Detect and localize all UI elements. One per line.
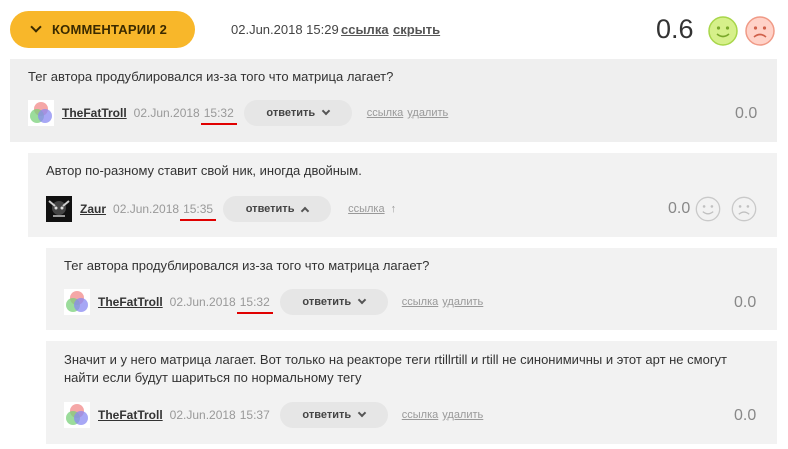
- smile-icon[interactable]: [695, 196, 721, 222]
- comment: Тег автора продублировался из-за того чт…: [10, 59, 777, 142]
- comment-rating: 0.0: [734, 407, 757, 424]
- comment: Значит и у него матрица лагает. Вот толь…: [46, 341, 777, 444]
- delete-link[interactable]: удалить: [442, 296, 483, 308]
- chevron-down-icon: [30, 21, 42, 33]
- comments-toggle-label: КОММЕНТАРИИ 2: [52, 22, 168, 37]
- comment: Автор по-разному ставит свой ник, иногда…: [28, 153, 777, 237]
- chevron-up-icon: [301, 206, 310, 215]
- comment-meta: TheFatTroll 02.Jun.2018 15:32 ответить с…: [64, 289, 483, 315]
- post-rating: 0.6: [656, 14, 694, 44]
- post-link[interactable]: ссылка: [341, 22, 389, 37]
- comment-rating: 0.0: [668, 200, 691, 217]
- comment-time: 15:37: [239, 408, 270, 422]
- smile-icon[interactable]: [708, 16, 738, 46]
- author-link[interactable]: TheFatTroll: [62, 106, 127, 120]
- comment-link[interactable]: ссылка: [367, 107, 404, 119]
- comments-header: КОММЕНТАРИИ 2 02.Jun.2018 15:29 ссылка с…: [0, 0, 788, 60]
- comment-time: 15:32: [236, 295, 273, 314]
- chevron-down-icon: [357, 295, 367, 305]
- red-underline-mark: [236, 312, 273, 314]
- avatar[interactable]: [64, 289, 90, 315]
- comment-meta: TheFatTroll 02.Jun.2018 15:32 ответить с…: [28, 100, 448, 126]
- comment-link[interactable]: ссылка: [348, 203, 385, 215]
- comments-toggle-button[interactable]: КОММЕНТАРИИ 2: [10, 11, 195, 48]
- sad-icon[interactable]: [731, 196, 757, 222]
- parent-arrow-icon[interactable]: ↑: [391, 203, 397, 215]
- comment-date: 02.Jun.2018: [169, 408, 236, 422]
- comment: Тег автора продублировался из-за того чт…: [46, 248, 777, 330]
- delete-link[interactable]: удалить: [407, 107, 448, 119]
- avatar[interactable]: [28, 100, 54, 126]
- comment-link[interactable]: ссылка: [402, 409, 439, 421]
- comment-text: Значит и у него матрица лагает. Вот толь…: [64, 352, 728, 385]
- reply-button[interactable]: ответить: [279, 402, 388, 428]
- red-underline-mark: [200, 123, 237, 125]
- author-link[interactable]: Zaur: [80, 202, 106, 216]
- comment-rating: 0.0: [735, 105, 758, 122]
- delete-link[interactable]: удалить: [442, 409, 483, 421]
- comment-date: 02.Jun.2018: [113, 202, 180, 216]
- comment-text: Тег автора продублировался из-за того чт…: [28, 69, 394, 84]
- comment-rating: 0.0: [734, 294, 757, 311]
- author-link[interactable]: TheFatTroll: [98, 408, 163, 422]
- sad-icon[interactable]: [745, 16, 775, 46]
- comment-text: Автор по-разному ставит свой ник, иногда…: [46, 163, 362, 178]
- author-link[interactable]: TheFatTroll: [98, 295, 163, 309]
- comment-date: 02.Jun.2018: [133, 106, 200, 120]
- comment-text: Тег автора продублировался из-за того чт…: [64, 258, 430, 273]
- chevron-down-icon: [357, 408, 367, 418]
- reply-button[interactable]: ответить: [279, 289, 388, 315]
- avatar[interactable]: [46, 196, 72, 222]
- avatar[interactable]: [64, 402, 90, 428]
- comment-time: 15:32: [200, 106, 237, 125]
- comment-meta: TheFatTroll 02.Jun.2018 15:37 ответить с…: [64, 402, 483, 428]
- red-underline-mark: [180, 219, 217, 221]
- post-date: 02.Jun.2018 15:29: [231, 22, 339, 37]
- chevron-down-icon: [321, 106, 331, 116]
- comment-link[interactable]: ссылка: [402, 296, 439, 308]
- reply-button[interactable]: ответить: [223, 196, 332, 222]
- comment-date: 02.Jun.2018: [169, 295, 236, 309]
- comment-meta: Zaur 02.Jun.2018 15:35 ответить ссылка ↑: [46, 196, 396, 222]
- reply-button[interactable]: ответить: [243, 100, 352, 126]
- comment-time: 15:35: [180, 202, 217, 221]
- hide-link[interactable]: скрыть: [393, 22, 440, 37]
